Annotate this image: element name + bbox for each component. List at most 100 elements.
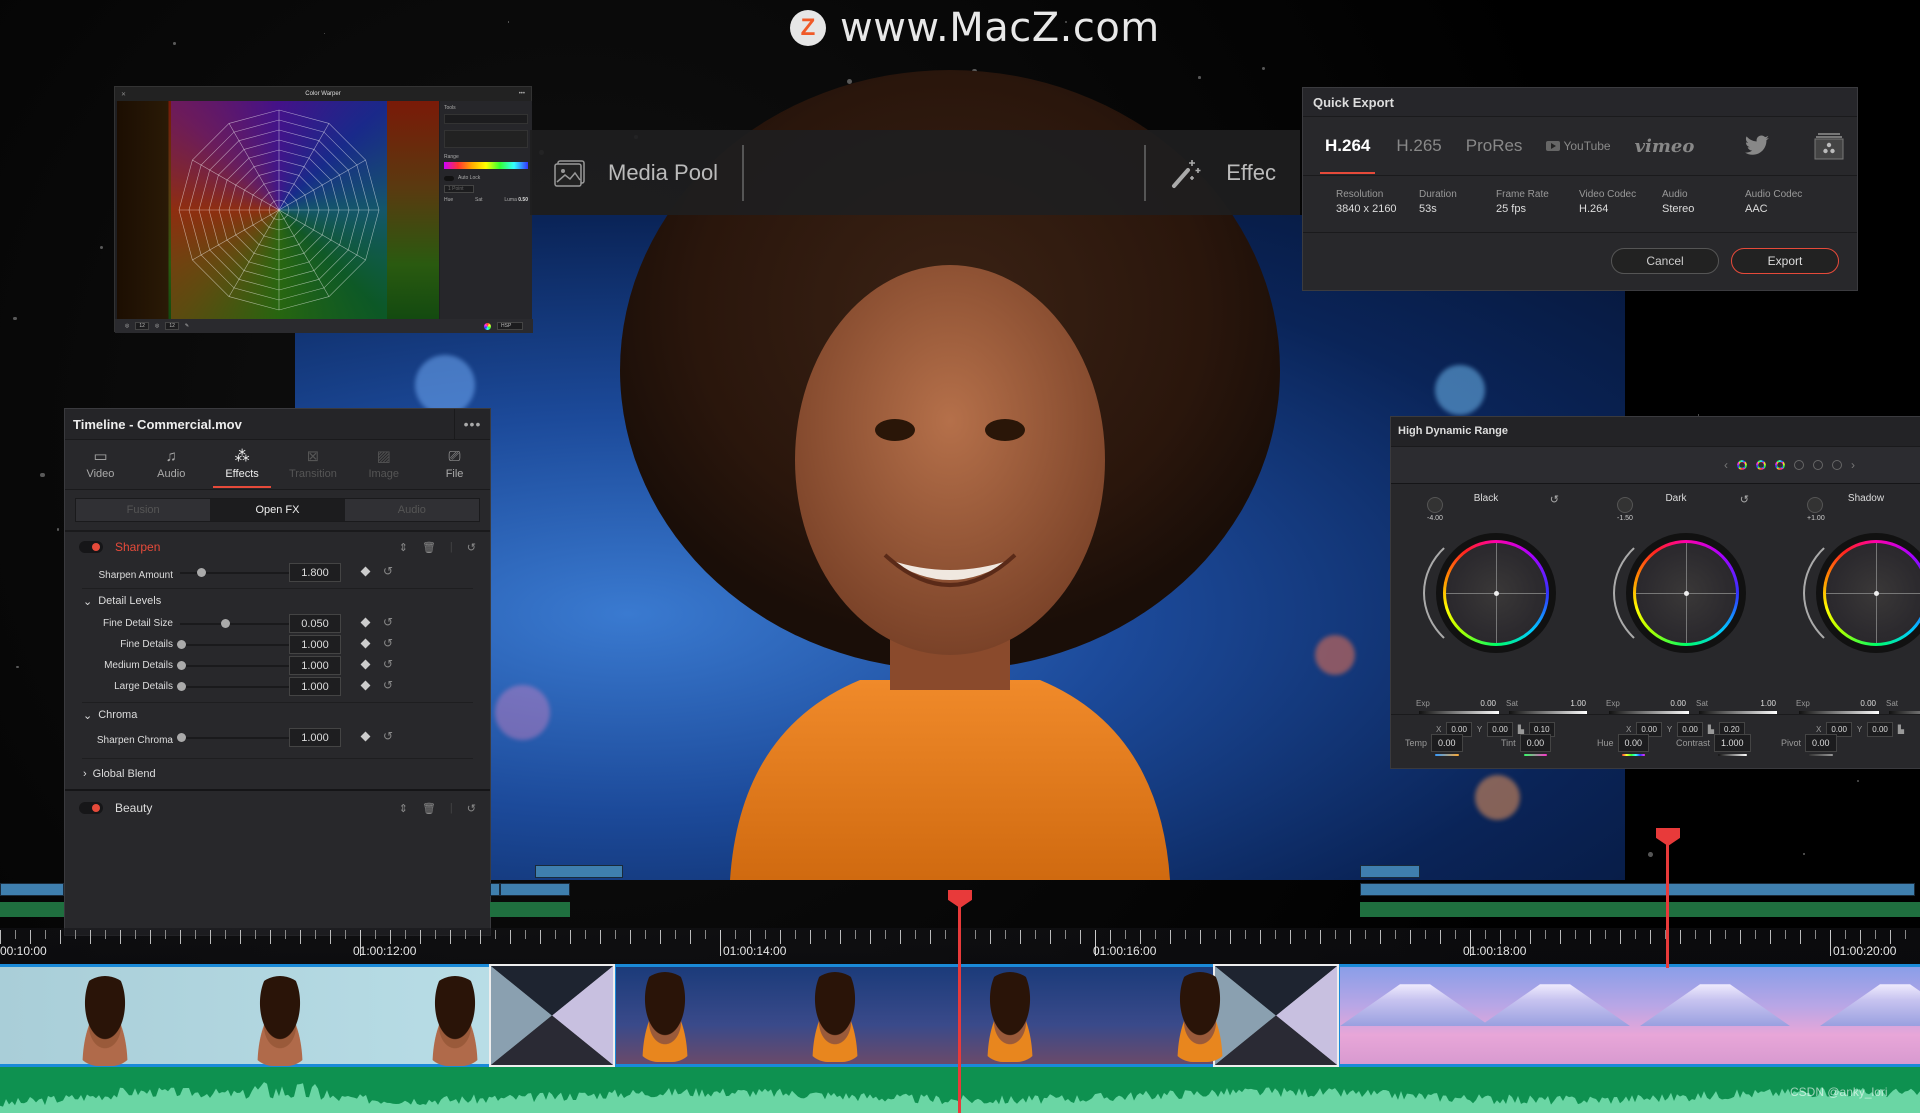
tab-prores[interactable]: ProRes	[1466, 117, 1523, 176]
clip-portrait-bokeh[interactable]	[616, 967, 1214, 1064]
reset-icon[interactable]: ↺	[383, 657, 393, 671]
audio-track-clip[interactable]	[0, 902, 64, 917]
effect-header-sharpen[interactable]: Sharpen ⇕ 🗑 | ↺	[65, 532, 490, 562]
tab-effects[interactable]: ⁂ Effects	[207, 440, 278, 489]
reset-icon[interactable]: ↺	[1550, 493, 1559, 506]
zone-dot-active[interactable]	[1775, 460, 1785, 470]
param-slider[interactable]	[180, 623, 290, 625]
reset-icon[interactable]: ↺	[383, 636, 393, 650]
control-value[interactable]: 0.00	[1805, 733, 1837, 756]
segment-open-fx[interactable]: Open FX	[210, 499, 345, 521]
slider-handle[interactable]	[177, 640, 186, 649]
video-track-clip[interactable]	[490, 883, 500, 896]
control-value[interactable]: 0.00	[1431, 733, 1463, 756]
param-value-field[interactable]: 1.000	[289, 728, 341, 747]
picker-icon[interactable]: ✎	[185, 323, 189, 329]
grid-b-select[interactable]: 12	[165, 322, 179, 330]
keyframe-diamond-icon[interactable]	[360, 680, 371, 691]
range-bar[interactable]	[444, 162, 528, 169]
video-track-clip[interactable]	[1360, 883, 1915, 896]
chevron-left-icon[interactable]: ‹	[1724, 458, 1728, 472]
slider-handle[interactable]	[221, 619, 230, 628]
grid-a-select[interactable]: 12	[135, 322, 149, 330]
param-value-field[interactable]: 1.000	[289, 656, 341, 675]
color-wheel[interactable]	[1436, 533, 1556, 653]
group-global-blend[interactable]: › Global Blend	[65, 759, 490, 789]
param-slider[interactable]	[180, 665, 290, 667]
group-chroma[interactable]: ⌄ Chroma	[65, 703, 490, 727]
segment-fusion[interactable]: Fusion	[76, 499, 210, 521]
color-space-select[interactable]: HSP	[497, 322, 523, 330]
transition-cross-dissolve[interactable]	[489, 964, 615, 1067]
color-wheel[interactable]	[1626, 533, 1746, 653]
reset-icon[interactable]: ↺	[383, 678, 393, 692]
tab-image[interactable]: ▨ Image	[348, 440, 419, 489]
points-select[interactable]: 1 Point	[444, 185, 474, 193]
tab-vimeo[interactable]: vimeo	[1635, 117, 1695, 176]
reset-icon[interactable]: ↺	[383, 615, 393, 629]
param-value-field[interactable]: 0.050	[289, 614, 341, 633]
more-icon[interactable]: •••	[519, 91, 525, 97]
reset-icon[interactable]: ↺	[383, 564, 393, 578]
effect-header-beauty[interactable]: Beauty ⇕ 🗑 | ↺	[65, 791, 490, 825]
reorder-icon[interactable]: ⇕	[399, 541, 408, 554]
video-track-clip[interactable]	[535, 865, 623, 878]
audio-track-clip[interactable]	[490, 902, 570, 917]
audio-track-clip[interactable]	[1360, 902, 1920, 917]
slider-handle[interactable]	[177, 682, 186, 691]
keyframe-diamond-icon[interactable]	[360, 659, 371, 670]
segment-audio[interactable]: Audio	[345, 499, 479, 521]
wheel-center-handle[interactable]	[1683, 590, 1689, 596]
trash-icon[interactable]: 🗑	[422, 541, 436, 554]
tab-h264[interactable]: H.264	[1319, 117, 1376, 176]
video-track-clip[interactable]	[500, 883, 570, 896]
slider-handle[interactable]	[197, 568, 206, 577]
reset-icon[interactable]: ↺	[383, 729, 393, 743]
warper-mesh[interactable]	[117, 101, 439, 319]
zone-dot[interactable]	[1813, 460, 1823, 470]
param-value-field[interactable]: 1.000	[289, 677, 341, 696]
control-value[interactable]: 1.000	[1714, 733, 1751, 756]
toolbar-media-pool[interactable]: Media Pool	[530, 130, 742, 215]
zone-dot[interactable]	[1794, 460, 1804, 470]
video-track-clip[interactable]	[1360, 865, 1420, 878]
control-value[interactable]: 0.00	[1519, 733, 1552, 756]
param-value-field[interactable]: 1.000	[289, 635, 341, 654]
tool-buttons[interactable]	[444, 130, 528, 148]
wheel-center-handle[interactable]	[1493, 590, 1499, 596]
color-warper-grid[interactable]	[117, 101, 439, 319]
tab-audio[interactable]: ♫ Audio	[136, 440, 207, 489]
wheel-center-handle[interactable]	[1873, 590, 1879, 596]
group-detail-levels[interactable]: ⌄ Detail Levels	[65, 589, 490, 613]
param-slider[interactable]	[180, 686, 290, 688]
zone-dot-active[interactable]	[1737, 460, 1747, 470]
tab-resolve-project[interactable]	[1814, 117, 1844, 176]
tab-twitter[interactable]	[1744, 117, 1770, 176]
slider-handle[interactable]	[177, 661, 186, 670]
control-value[interactable]: 0.00	[1617, 733, 1650, 756]
zone-dot-active[interactable]	[1756, 460, 1766, 470]
auto-lock-toggle[interactable]	[444, 175, 454, 181]
tab-transition[interactable]: ⊠ Transition	[277, 440, 348, 489]
export-button[interactable]: Export	[1731, 248, 1839, 274]
effect-enable-toggle[interactable]	[79, 541, 103, 553]
slider-handle[interactable]	[177, 733, 186, 742]
zone-dot[interactable]	[1832, 460, 1842, 470]
tab-file[interactable]: ⎚ File	[419, 440, 490, 489]
reset-icon[interactable]: ↺	[467, 802, 476, 815]
tools-row[interactable]	[444, 114, 528, 124]
tab-h265[interactable]: H.265	[1396, 117, 1441, 176]
effect-enable-toggle[interactable]	[79, 802, 103, 814]
reset-icon[interactable]: ↺	[467, 541, 476, 554]
keyframe-diamond-icon[interactable]	[360, 638, 371, 649]
video-track-clip[interactable]	[0, 883, 64, 896]
tab-video[interactable]: ▭ Video	[65, 440, 136, 489]
toolbar-effects[interactable]: Effec	[1146, 130, 1300, 215]
chevron-right-icon[interactable]: ›	[1851, 458, 1855, 472]
keyframe-diamond-icon[interactable]	[360, 566, 371, 577]
trash-icon[interactable]: 🗑	[422, 802, 436, 815]
param-value-field[interactable]: 1.800	[289, 563, 341, 582]
cancel-button[interactable]: Cancel	[1611, 248, 1719, 274]
param-slider[interactable]	[180, 644, 290, 646]
param-slider[interactable]	[180, 737, 290, 739]
